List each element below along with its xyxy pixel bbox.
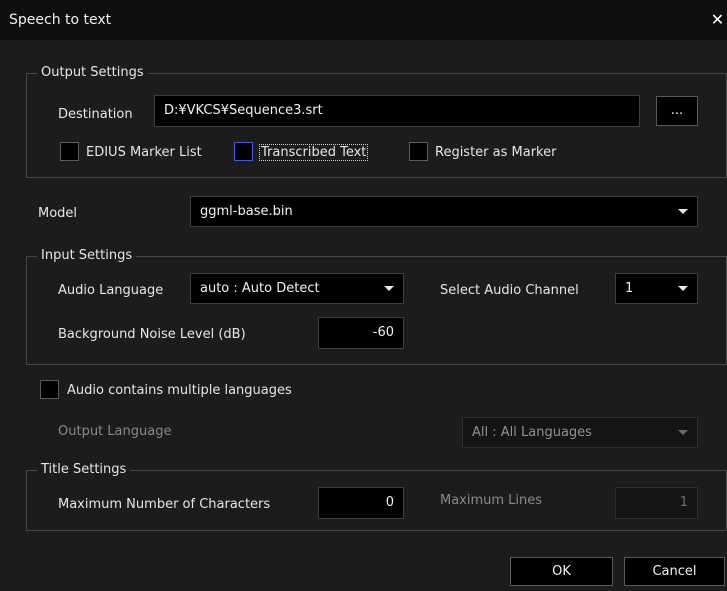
edius-marker-list-checkbox[interactable] <box>60 142 79 161</box>
destination-input[interactable]: D:¥VKCS¥Sequence3.srt <box>154 95 640 127</box>
model-label: Model <box>38 206 78 221</box>
chevron-down-icon <box>678 286 688 291</box>
output-language-label: Output Language <box>58 424 172 439</box>
chevron-down-icon <box>678 430 688 435</box>
close-icon[interactable]: ✕ <box>708 10 727 29</box>
audio-language-label: Audio Language <box>58 283 164 298</box>
title-settings-legend: Title Settings <box>37 462 131 478</box>
window-title: Speech to text <box>9 12 112 28</box>
audio-channel-value: 1 <box>625 281 634 296</box>
audio-language-select[interactable]: auto : Auto Detect <box>190 273 404 304</box>
background-noise-input[interactable]: -60 <box>318 317 404 349</box>
transcribed-text-label: Transcribed Text <box>259 144 369 161</box>
max-chars-label: Maximum Number of Characters <box>58 497 271 512</box>
browse-button[interactable]: ... <box>656 96 698 126</box>
ok-button[interactable]: OK <box>510 557 613 586</box>
transcribed-text-checkbox[interactable] <box>234 142 253 161</box>
multiple-languages-checkbox[interactable] <box>40 380 59 399</box>
input-settings-legend: Input Settings <box>37 248 137 264</box>
max-chars-input[interactable]: 0 <box>318 487 404 519</box>
register-as-marker-checkbox[interactable] <box>409 142 428 161</box>
title-bar: Speech to text ✕ <box>0 0 727 40</box>
audio-channel-select[interactable]: 1 <box>615 273 698 304</box>
max-lines-label: Maximum Lines <box>440 493 543 508</box>
max-lines-input[interactable]: 1 <box>615 487 698 519</box>
cancel-button[interactable]: Cancel <box>624 557 725 586</box>
background-noise-label: Background Noise Level (dB) <box>58 327 246 342</box>
audio-language-value: auto : Auto Detect <box>200 281 320 296</box>
multiple-languages-label: Audio contains multiple languages <box>67 383 292 398</box>
speech-to-text-dialog: Speech to text ✕ Output Settings Destina… <box>0 0 727 591</box>
model-select[interactable]: ggml-base.bin <box>190 196 698 227</box>
output-language-select[interactable]: All : All Languages <box>462 417 698 448</box>
output-settings-legend: Output Settings <box>37 65 148 81</box>
edius-marker-list-label: EDIUS Marker List <box>86 145 202 160</box>
chevron-down-icon <box>384 286 394 291</box>
register-as-marker-label: Register as Marker <box>435 145 557 160</box>
output-language-value: All : All Languages <box>472 425 592 440</box>
destination-label: Destination <box>58 107 133 122</box>
chevron-down-icon <box>678 209 688 214</box>
audio-channel-label: Select Audio Channel <box>440 283 579 298</box>
model-select-value: ggml-base.bin <box>200 204 293 219</box>
